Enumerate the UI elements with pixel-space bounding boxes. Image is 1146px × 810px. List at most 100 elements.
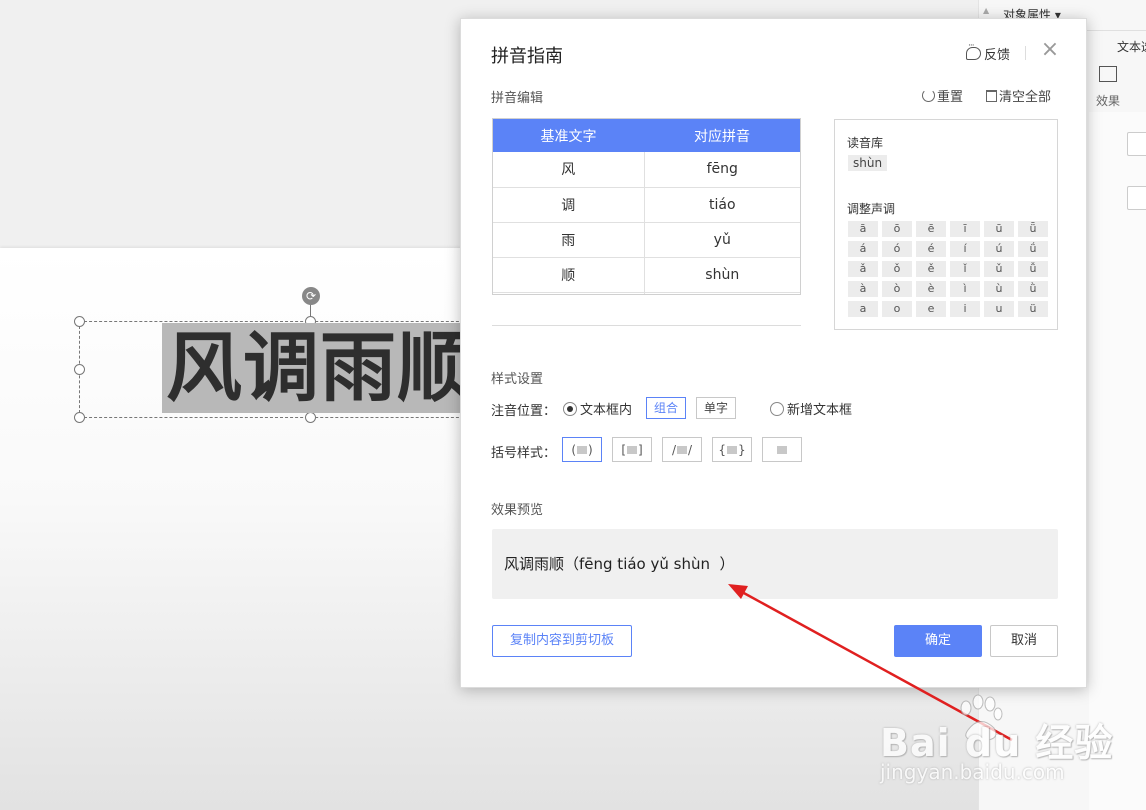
ok-button[interactable]: 确定 — [894, 625, 982, 657]
preview-section-label: 效果预览 — [491, 503, 544, 518]
tone-cell[interactable]: ó — [882, 241, 912, 257]
panel-tab-text-options[interactable]: 文本选 — [1117, 38, 1146, 55]
tone-cell[interactable]: o — [882, 301, 912, 317]
tone-cell[interactable]: i — [950, 301, 980, 317]
radio-unchecked-icon — [770, 401, 784, 416]
tone-cell[interactable]: ǒ — [882, 261, 912, 277]
table-row[interactable]: 调 tiáo — [493, 187, 800, 223]
placeholder-square-icon — [677, 445, 687, 454]
tone-cell[interactable]: u — [984, 301, 1014, 317]
reading-option-chip[interactable]: shùn — [848, 155, 888, 171]
title-separator — [1025, 46, 1026, 60]
radio-in-textbox[interactable]: 文本框内 — [563, 399, 632, 418]
table-row[interactable]: 雨 yǔ — [493, 222, 800, 258]
radio-in-textbox-label: 文本框内 — [580, 403, 633, 418]
placeholder-square-icon — [777, 445, 787, 454]
placeholder-square-icon — [627, 445, 637, 454]
section-divider — [492, 325, 801, 326]
close-icon[interactable]: × — [1039, 39, 1061, 62]
table-row[interactable]: 风 fēng — [493, 152, 800, 188]
tone-cell[interactable]: ù — [984, 281, 1014, 297]
effect-label[interactable]: 效果 — [1096, 92, 1120, 109]
trash-icon — [986, 89, 997, 102]
feedback-button[interactable]: 反馈 — [966, 41, 1011, 63]
resize-handle-middle-left[interactable] — [74, 364, 85, 375]
base-char-cell[interactable]: 顺 — [493, 257, 645, 293]
radio-checked-icon — [563, 401, 577, 416]
pinyin-cell[interactable]: shùn — [644, 257, 800, 293]
tone-adjust-title: 调整声调 — [847, 202, 896, 216]
tone-cell[interactable]: ò — [882, 281, 912, 297]
tone-cell[interactable]: í — [950, 241, 980, 257]
bracket-style-slash[interactable]: / / — [662, 437, 702, 462]
bracket-style-label: 括号样式： — [491, 446, 557, 461]
tone-cell[interactable]: ě — [916, 261, 946, 277]
feedback-label: 反馈 — [984, 48, 1011, 63]
tone-cell[interactable]: ǔ — [984, 261, 1014, 277]
panel-scroll-up-icon[interactable]: ▲ — [983, 6, 989, 15]
tone-cell[interactable]: ē — [916, 221, 946, 237]
panel-field-1[interactable] — [1127, 132, 1146, 156]
tone-cell[interactable]: ú — [984, 241, 1014, 257]
tone-cell[interactable]: ǎ — [848, 261, 878, 277]
slide-text-selected[interactable]: 风调雨顺 — [162, 323, 478, 413]
single-char-button[interactable]: 单字 — [696, 397, 736, 419]
pinyin-cell[interactable]: fēng — [644, 152, 800, 188]
bracket-style-none[interactable] — [762, 437, 802, 462]
tone-cell[interactable]: a — [848, 301, 878, 317]
table-row-empty[interactable] — [493, 292, 800, 294]
tone-cell[interactable]: ü — [1018, 301, 1048, 317]
resize-handle-top-left[interactable] — [74, 316, 85, 327]
resize-handle-bottom-left[interactable] — [74, 412, 85, 423]
annotation-position-label: 注音位置： — [491, 404, 557, 419]
reset-label: 重置 — [937, 90, 964, 105]
cancel-button[interactable]: 取消 — [990, 625, 1058, 657]
bracket-style-square[interactable]: [] — [612, 437, 652, 462]
rotate-handle-icon[interactable]: ⟳ — [302, 287, 320, 305]
tone-grid: āōēīūǖ áóéíúǘ ǎǒěǐǔǚ àòèìùǜ aoeiuü — [848, 221, 1048, 317]
chat-bubble-icon — [966, 41, 981, 60]
combo-button[interactable]: 组合 — [646, 397, 686, 419]
radio-new-textbox[interactable]: 新增文本框 — [770, 399, 852, 418]
tone-cell[interactable]: e — [916, 301, 946, 317]
tone-cell[interactable]: ǜ — [1018, 281, 1048, 297]
base-char-cell[interactable]: 风 — [493, 152, 645, 188]
panel-content-strip — [1089, 112, 1146, 810]
pinyin-table: 基准文字 对应拼音 风 fēng 调 tiáo 雨 yǔ 顺 shùn — [492, 118, 801, 295]
resize-handle-bottom-center[interactable] — [305, 412, 316, 423]
tone-cell[interactable]: ī — [950, 221, 980, 237]
tone-cell[interactable]: à — [848, 281, 878, 297]
base-char-cell[interactable]: 调 — [493, 187, 645, 223]
reset-icon — [922, 89, 935, 102]
reading-library-panel: 读音库 shùn 调整声调 āōēīūǖ áóéíúǘ ǎǒěǐǔǚ àòèìùǜ ao… — [834, 119, 1058, 330]
panel-field-2[interactable] — [1127, 186, 1146, 210]
tone-cell[interactable]: ō — [882, 221, 912, 237]
tone-cell[interactable]: ā — [848, 221, 878, 237]
tone-cell[interactable]: ǘ — [1018, 241, 1048, 257]
tone-cell[interactable]: è — [916, 281, 946, 297]
preview-box: 风调雨顺（fēng tiáo yǔ shùn ） — [492, 529, 1058, 599]
pinyin-guide-dialog: 拼音指南 反馈 × 拼音编辑 重置 清空全部 基准文字 对应拼音 风 fēng — [460, 18, 1087, 688]
header-base-text: 基准文字 — [493, 119, 644, 152]
tone-cell[interactable]: ǚ — [1018, 261, 1048, 277]
placeholder-square-icon — [727, 445, 737, 454]
tone-cell[interactable]: ì — [950, 281, 980, 297]
table-row[interactable]: 顺 shùn — [493, 257, 800, 293]
reset-button[interactable]: 重置 — [922, 86, 963, 105]
header-pinyin: 对应拼音 — [644, 119, 800, 152]
clear-all-label: 清空全部 — [999, 90, 1052, 105]
tone-cell[interactable]: á — [848, 241, 878, 257]
clear-all-button[interactable]: 清空全部 — [986, 86, 1051, 105]
bracket-style-paren[interactable]: () — [562, 437, 602, 462]
tone-cell[interactable]: ū — [984, 221, 1014, 237]
base-char-cell[interactable]: 雨 — [493, 222, 645, 258]
tone-cell[interactable]: é — [916, 241, 946, 257]
reading-library-title: 读音库 — [847, 136, 884, 150]
tone-cell[interactable]: ǖ — [1018, 221, 1048, 237]
copy-to-clipboard-button[interactable]: 复制内容到剪切板 — [492, 625, 632, 657]
effect-icon[interactable] — [1099, 66, 1117, 82]
pinyin-cell[interactable]: tiáo — [644, 187, 800, 223]
bracket-style-brace[interactable]: {} — [712, 437, 752, 462]
pinyin-cell[interactable]: yǔ — [644, 222, 800, 258]
tone-cell[interactable]: ǐ — [950, 261, 980, 277]
